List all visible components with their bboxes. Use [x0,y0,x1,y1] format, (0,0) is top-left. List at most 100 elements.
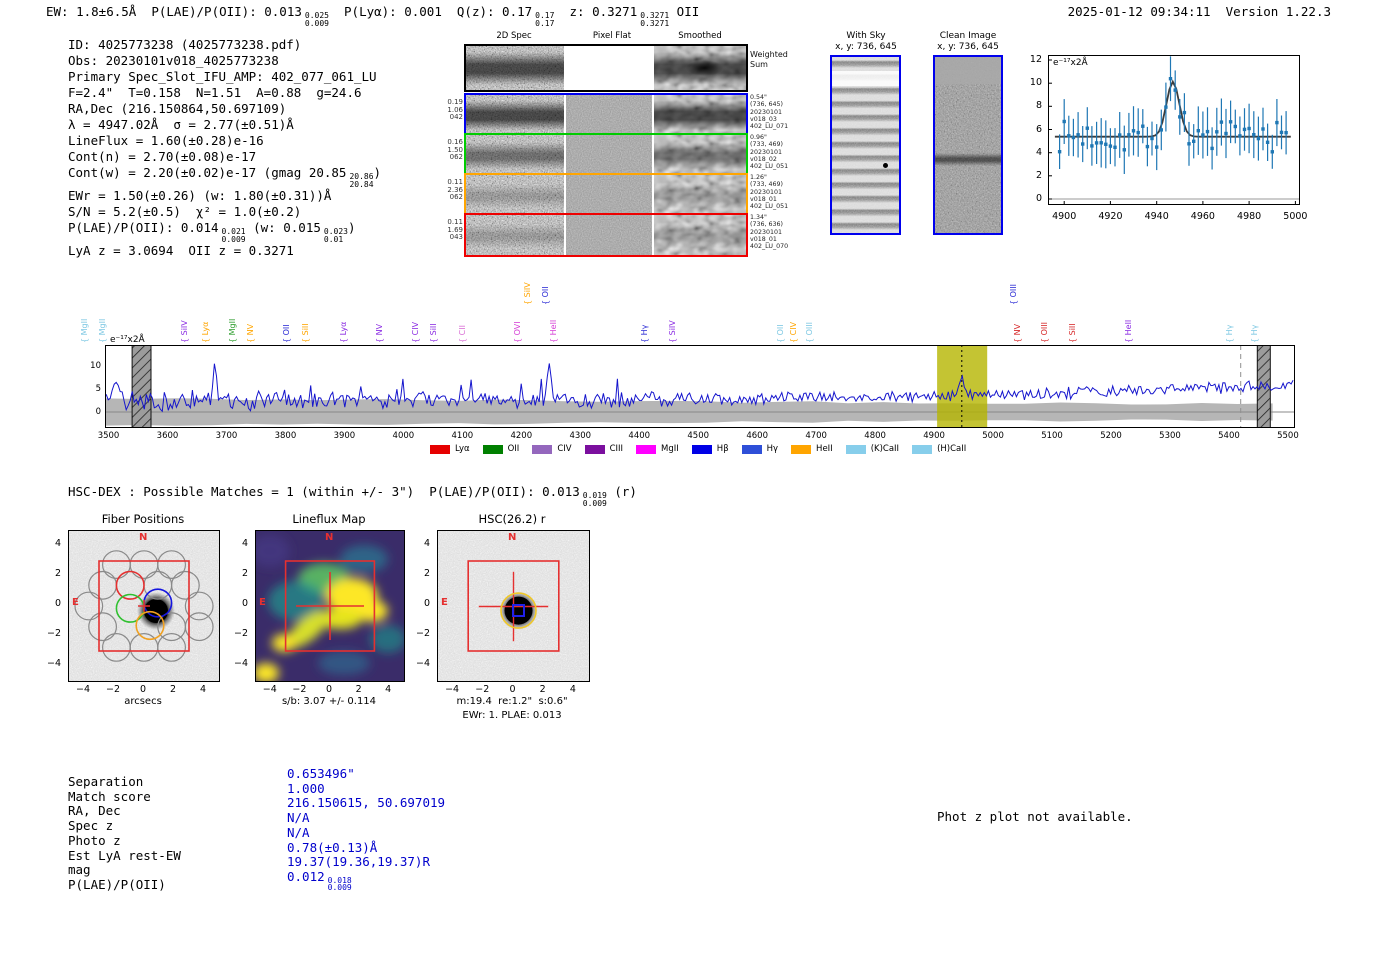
photz-note: Phot z plot not available. [937,809,1133,824]
axis-tick: 0 [241,598,248,609]
axis-tick: 4 [241,538,248,549]
stacked-uncertainty: 0.025 0.009 [304,11,329,28]
fiber-row-ids: 0.54" (736, 645) 20230101 v018_03 402_LU_071 [750,94,789,131]
emission-line-label: { OVI [513,321,523,343]
emission-line-label: { CII [458,325,468,343]
axis-tick: 4700 [805,431,827,441]
spec2d-row [464,173,748,217]
axis-tick: −2 [233,628,248,639]
spec2d-row [464,133,748,177]
legend-swatch [741,444,762,454]
axis-tick: 2 [54,568,61,579]
emission-line-label: { OIII [1039,321,1049,343]
axis-tick: 4400 [628,431,651,441]
emission-line-label: { CIV [411,321,421,343]
info-line: EWr = 1.50(±0.26) (w: 1.80(±0.31))Å [68,188,332,203]
match-row-label: RA, Dec [68,803,121,819]
axis-tick: 5300 [1159,431,1181,441]
emission-line-label: { MgII [228,318,238,343]
dark-trace-band [465,46,564,90]
axis-tick: 4 [199,684,207,695]
fiber-east-label: E [72,597,79,608]
axis-tick: 4 [1035,146,1042,158]
dark-trace-band [654,135,746,175]
emission-line-label: { MgII [97,318,107,343]
legend-swatch [912,444,933,454]
axis-tick: 2 [1035,169,1042,181]
emission-line-label: { Hγ [1225,324,1235,343]
axis-tick: 10 [1029,77,1042,89]
match-row-value: 216.150615, 50.697019 [287,795,446,811]
match-row-label: P(LAE)/P(OII) [68,876,166,892]
axis-tick: 0 [509,684,516,695]
dark-trace-band [466,175,564,215]
info-line: ID: 4025773238 (4025773238.pdf) [68,37,302,52]
legend-swatch [584,444,605,454]
axis-tick: −4 [46,658,61,669]
match-row-label: Est LyA rest-EW [68,847,181,863]
emission-line-label: { HeII [549,319,559,343]
weighted-sum-row [463,44,748,92]
match-row-value: 19.37(19.36,19.37)R [287,854,430,870]
axis-tick: 4100 [451,431,474,441]
spec2d-row [464,213,748,257]
axis-tick: 10 [90,361,101,371]
info-line: LineFlux = 1.60(±0.28)e-16 [68,133,264,148]
full-spectrum-canvas [105,344,1295,429]
axis-tick: 3800 [274,431,297,441]
axis-tick: −2 [46,628,61,639]
legend-swatch [430,444,450,454]
spec2d-image [466,175,564,215]
match-row-value: N/A [287,810,310,826]
axis-tick: 4600 [746,431,769,441]
axis-tick: 4 [569,684,576,695]
legend-label: Hγ [766,444,779,454]
emission-line-label: { Hγ [1250,324,1260,343]
emission-line-label: { SiIV [180,320,190,343]
axis-tick: 4900 [1052,211,1077,222]
axis-tick: 5000 [982,431,1004,441]
info-line: F=2.4" T=0.158 N=1.51 A=0.88 g=24.6 [68,85,362,100]
emission-line-label: { NV [246,323,256,343]
axis-tick: −4 [262,684,277,695]
info-line: λ = 4947.02Å σ = 2.77(±0.51)Å [68,117,294,132]
legend-label: OII [507,444,520,454]
dark-trace-band [466,135,564,175]
match-row-value: 0.78(±0.13)Å [287,839,378,855]
stacked-uncertainty: 0.018 0.009 [327,875,352,893]
legend-label: (H)CaII [937,444,967,454]
col-title-pixelflat: Pixel Flat [592,31,632,41]
spec2d-row [464,93,748,137]
axis-tick: 4 [54,538,61,549]
spec2d-image [465,46,564,90]
dark-trace-band [654,95,746,135]
axis-tick: 2 [241,568,248,579]
pixel-flat-image [566,135,652,175]
axis-tick: 12 [1029,54,1042,65]
info-line: RA,Dec (216.150864,50.697109) [68,101,287,116]
info-line: LyA z = 3.0694 OII z = 0.3271 [68,243,294,258]
axis-tick: −2 [475,684,490,695]
smoothed-image [653,46,746,90]
dark-trace-band [654,215,746,255]
axis-tick: 0 [325,684,333,695]
lineflux-xlabel: s/b: 3.07 +/- 0.114 [281,696,377,707]
axis-tick: 0 [139,684,147,695]
lineflux-map-title: Lineflux Map [292,512,366,526]
legend-label: Lyα [455,444,470,454]
smoothed-image [654,215,746,255]
weighted-sum-label: Weighted Sum [750,50,788,69]
hsc-dex-heading: HSC-DEX : Possible Matches = 1 (within +… [68,484,637,508]
fiber-row-ids: 1.34" (736, 636) 20230101 v018_01 402_LU_070 [750,214,789,251]
axis-tick: 4200 [510,431,533,441]
stacked-uncertainty: 0.019 0.009 [582,491,607,508]
emission-line-label: { HeII [1123,319,1133,343]
axis-tick: 0 [1035,193,1042,204]
clean-image-title: Clean Image x, y: 736, 645 [937,31,999,52]
with-sky-image [830,55,901,235]
hsc-r-title: HSC(26.2) r [478,512,546,526]
emission-line-label: { NV [1012,323,1022,343]
fiber-positions-overlay [74,550,214,662]
units-label: e⁻¹⁷x2Å [1053,58,1088,68]
legend-label: CIII [609,444,624,454]
